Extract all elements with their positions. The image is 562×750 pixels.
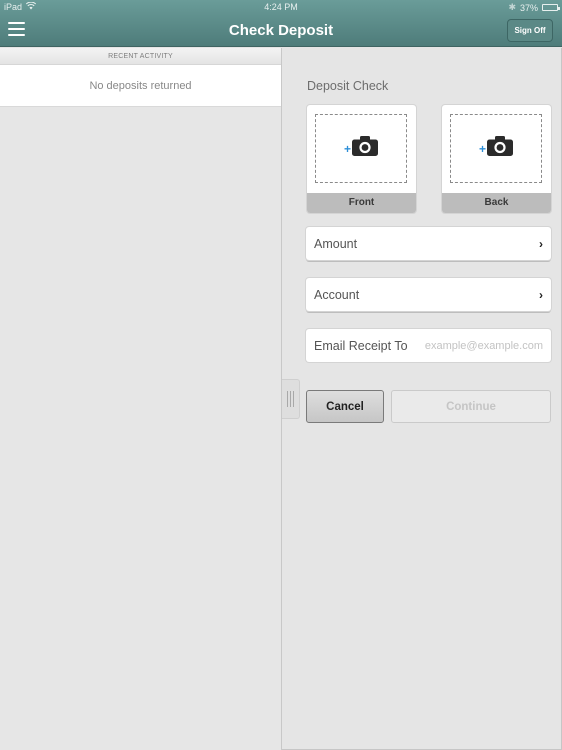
email-receipt-label: Email Receipt To (314, 338, 408, 353)
plus-icon: + (478, 141, 486, 156)
continue-button[interactable]: Continue (391, 390, 551, 423)
plus-icon: + (343, 141, 351, 156)
chevron-right-icon: › (539, 236, 543, 251)
photo-frame: + (315, 114, 407, 183)
chevron-right-icon: › (539, 287, 543, 302)
camera-icon (352, 136, 378, 161)
battery-percent: 37% (519, 2, 538, 13)
bluetooth-icon: ✱ (508, 2, 516, 12)
email-input[interactable] (418, 339, 543, 352)
front-label: Front (307, 193, 416, 213)
back-label: Back (442, 193, 551, 213)
navigation-bar: iPad 4:24 PM ✱ 37% Check Deposit Sign Of… (0, 0, 562, 47)
back-photo-button[interactable]: + Back (442, 105, 551, 213)
recent-activity-panel: RECENT ACTIVITY No deposits returned (0, 48, 281, 750)
status-time: 4:24 PM (264, 2, 298, 12)
amount-field[interactable]: Amount › (306, 227, 551, 260)
grip-line (287, 391, 288, 407)
amount-label: Amount (314, 236, 358, 251)
battery-icon (542, 4, 560, 11)
recent-activity-header: RECENT ACTIVITY (0, 48, 281, 65)
account-label: Account (314, 287, 360, 302)
photo-frame: + (450, 114, 542, 183)
camera-icon (487, 136, 513, 161)
section-title: Deposit Check (307, 79, 389, 93)
email-receipt-field[interactable]: Email Receipt To (306, 329, 551, 362)
grip-line (290, 391, 291, 407)
deposit-check-panel: Deposit Check + Front + Back Amount › Ac… (282, 48, 562, 750)
split-view-drag-handle[interactable] (282, 379, 300, 419)
grip-line (293, 391, 294, 407)
empty-state-message: No deposits returned (0, 65, 281, 107)
account-field[interactable]: Account › (306, 278, 551, 311)
cancel-button[interactable]: Cancel (306, 390, 384, 423)
sign-off-button[interactable]: Sign Off (507, 19, 553, 42)
front-photo-button[interactable]: + Front (307, 105, 416, 213)
status-bar: iPad 4:24 PM ✱ 37% (0, 0, 562, 14)
page-title: Check Deposit (228, 22, 334, 39)
